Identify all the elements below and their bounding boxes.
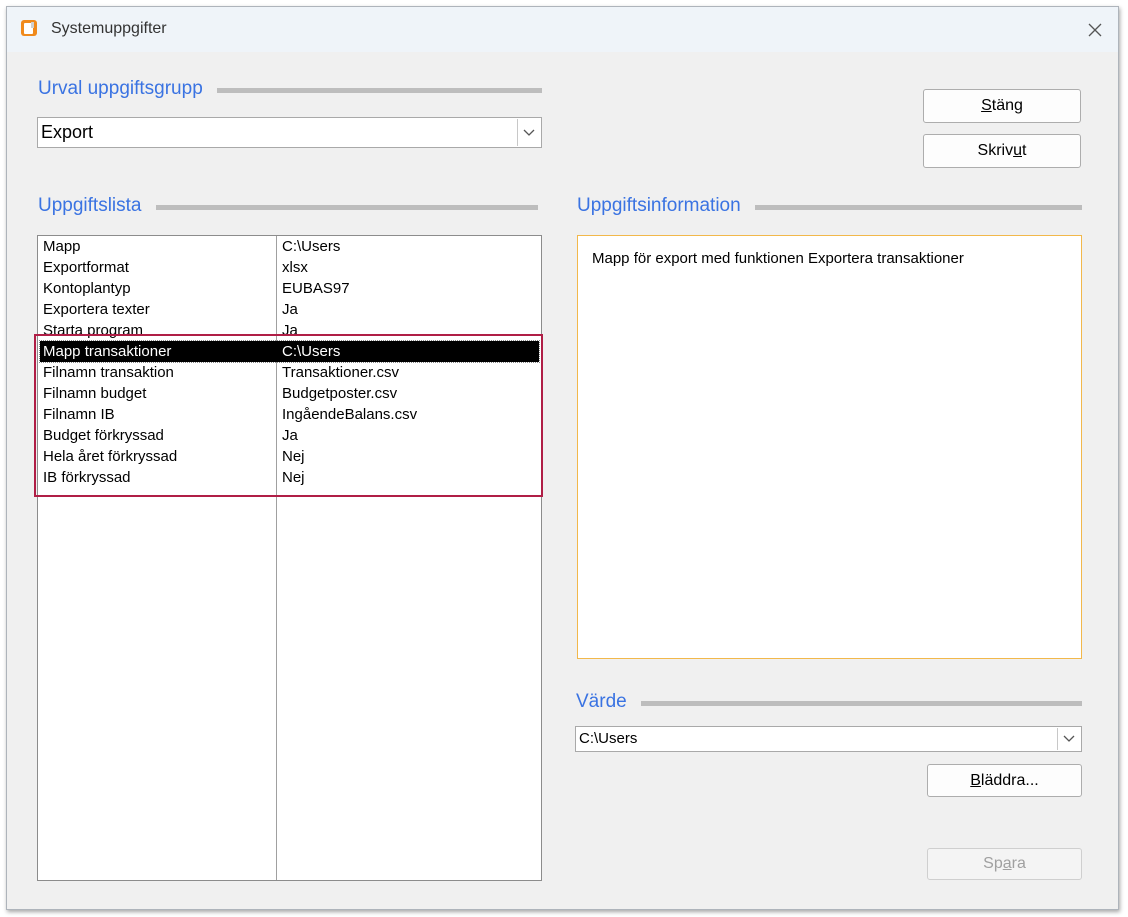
item-name: Filnamn transaktion xyxy=(43,364,174,381)
item-name: Hela året förkryssad xyxy=(43,448,178,465)
title-bar: Systemuppgifter xyxy=(7,7,1118,52)
group-select[interactable]: Export xyxy=(37,117,542,148)
item-value: Ja xyxy=(282,301,298,318)
value-input[interactable]: C:\Users xyxy=(575,726,1082,752)
dialog-window: Systemuppgifter Urval uppgiftsgrupp Expo… xyxy=(6,6,1119,910)
list-item[interactable]: Starta program Ja xyxy=(40,320,539,341)
item-name: Filnamn budget xyxy=(43,385,147,402)
list-item[interactable]: Hela året förkryssad Nej xyxy=(40,446,539,467)
list-item[interactable]: IB förkryssad Nej xyxy=(40,467,539,488)
group-select-value: Export xyxy=(41,122,94,142)
list-group-header: Uppgiftslista xyxy=(38,194,538,218)
urval-group-header: Urval uppgiftsgrupp xyxy=(38,77,542,101)
print-button[interactable]: Skriv ut xyxy=(923,134,1081,168)
info-group-title: Uppgiftsinformation xyxy=(577,194,755,218)
item-value: xlsx xyxy=(282,259,308,276)
item-value: Ja xyxy=(282,427,298,444)
list-item[interactable]: Filnamn IB IngåendeBalans.csv xyxy=(40,404,539,425)
item-name: Budget förkryssad xyxy=(43,427,164,444)
item-name: IB förkryssad xyxy=(43,469,131,486)
info-description: Mapp för export med funktionen Exportera… xyxy=(592,250,964,267)
group-divider xyxy=(576,701,1082,706)
item-value: IngåendeBalans.csv xyxy=(282,406,418,423)
value-input-text: C:\Users xyxy=(579,730,638,747)
value-group-title: Värde xyxy=(576,690,641,714)
item-value: Nej xyxy=(282,448,305,465)
list-item[interactable]: Kontoplantyp EUBAS97 xyxy=(40,278,539,299)
info-group-header: Uppgiftsinformation xyxy=(577,194,1082,218)
list-item[interactable]: Filnamn transaktion Transaktioner.csv xyxy=(40,362,539,383)
save-button[interactable]: Sp a ra xyxy=(927,848,1082,880)
item-name: Exportera texter xyxy=(43,301,150,318)
item-value: C:\Users xyxy=(282,238,341,255)
item-value: Ja xyxy=(282,322,298,339)
item-value: Budgetposter.csv xyxy=(282,385,398,402)
item-value: Nej xyxy=(282,469,305,486)
item-name: Exportformat xyxy=(43,259,129,276)
list-group-title: Uppgiftslista xyxy=(38,194,156,218)
info-panel: Mapp för export med funktionen Exportera… xyxy=(577,235,1082,659)
value-group-header: Värde xyxy=(576,690,1082,714)
item-name: Kontoplantyp xyxy=(43,280,131,297)
item-name: Starta program xyxy=(43,322,144,339)
chevron-down-icon xyxy=(1063,735,1075,742)
item-value: EUBAS97 xyxy=(282,280,350,297)
close-button[interactable]: Stäng xyxy=(923,89,1081,123)
list-item-selected[interactable]: Mapp transaktioner C:\Users xyxy=(39,340,540,363)
chevron-down-icon xyxy=(523,129,535,136)
urval-group-title: Urval uppgiftsgrupp xyxy=(38,77,217,101)
close-icon xyxy=(1088,23,1102,36)
item-name: Mapp xyxy=(43,238,81,255)
browse-button[interactable]: Bläddra... xyxy=(927,764,1082,797)
item-value: C:\Users xyxy=(282,343,341,360)
list-item[interactable]: Budget förkryssad Ja xyxy=(40,425,539,446)
group-select-dropdown[interactable] xyxy=(517,119,540,146)
list-item[interactable]: Exportformat xlsx xyxy=(40,257,539,278)
settings-list[interactable]: Mapp C:\Users Exportformat xlsx Kontopla… xyxy=(37,235,542,881)
list-item[interactable]: Filnamn budget Budgetposter.csv xyxy=(40,383,539,404)
item-value: Transaktioner.csv xyxy=(282,364,399,381)
list-item[interactable]: Mapp C:\Users xyxy=(40,236,539,257)
app-icon xyxy=(21,20,37,36)
window-close-button[interactable] xyxy=(1072,7,1118,52)
item-name: Filnamn IB xyxy=(43,406,115,423)
value-dropdown[interactable] xyxy=(1057,728,1080,750)
window-title: Systemuppgifter xyxy=(51,20,167,37)
list-item[interactable]: Exportera texter Ja xyxy=(40,299,539,320)
item-name: Mapp transaktioner xyxy=(43,343,172,360)
